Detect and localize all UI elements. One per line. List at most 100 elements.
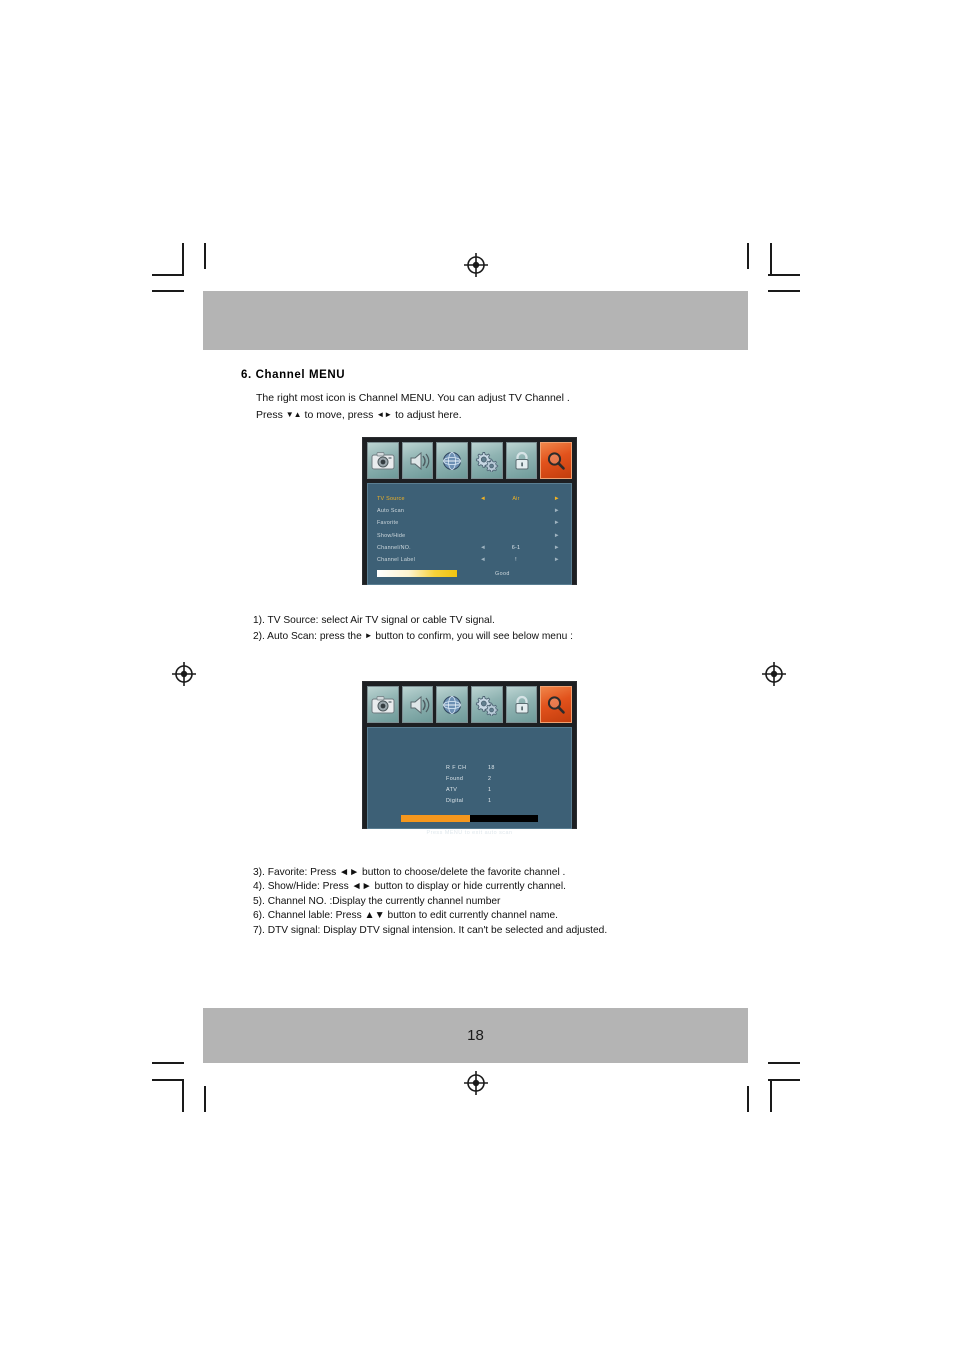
scan-info-value: 18 bbox=[488, 764, 495, 771]
registration-target-top bbox=[463, 252, 489, 278]
tab-picture[interactable] bbox=[367, 686, 399, 723]
tab-function[interactable] bbox=[471, 442, 503, 479]
crop-mark-bottom-right-h bbox=[768, 1079, 800, 1081]
menu-row-label: Channel/NO. bbox=[377, 544, 411, 551]
channel-notes-list: 3). Favorite: Press ◄► button to choose/… bbox=[253, 866, 607, 938]
setup-globe-icon bbox=[443, 451, 462, 470]
picture-icon bbox=[371, 695, 395, 713]
setup-globe-icon bbox=[443, 695, 462, 714]
left-arrow-icon[interactable]: ◄ bbox=[469, 496, 497, 502]
crop-mark-top-right-inner-h bbox=[768, 290, 800, 292]
crop-mark-top-right-h bbox=[768, 274, 800, 276]
tab-setup[interactable] bbox=[436, 442, 469, 479]
crop-mark-bottom-left-h bbox=[152, 1079, 184, 1081]
crop-mark-bottom-right-inner-h bbox=[768, 1062, 800, 1064]
scan-progress-fill bbox=[401, 815, 470, 822]
right-arrow-icon[interactable]: ► bbox=[554, 545, 560, 551]
menu-row[interactable]: Show/Hide ► bbox=[368, 530, 571, 542]
section-title: 6. Channel MENU bbox=[241, 369, 346, 381]
right-arrow-icon[interactable]: ► bbox=[554, 520, 560, 526]
note-item: 3). Favorite: Press ◄► button to choose/… bbox=[253, 867, 566, 878]
right-arrow-icon[interactable]: ► bbox=[554, 496, 560, 502]
channel-search-icon bbox=[548, 451, 565, 470]
audio-speaker-icon bbox=[410, 451, 429, 470]
osd-channel-panel: TV Source ◄ Air ► Auto Scan ► Favorite ► Show/Hi… bbox=[367, 483, 572, 585]
tab-lock[interactable] bbox=[505, 442, 538, 479]
intro-line-1: The right most icon is Channel MENU. You… bbox=[256, 392, 570, 404]
tab-audio[interactable] bbox=[401, 442, 434, 479]
intro-line-2: Press ▼▲ to move, press ◄► to adjust her… bbox=[256, 407, 570, 424]
channel-search-icon bbox=[548, 695, 565, 714]
left-arrow-icon[interactable]: ◄ bbox=[469, 557, 497, 563]
osd-channel-rows: TV Source ◄ Air ► Auto Scan ► Favorite ► Show/Hi… bbox=[368, 484, 571, 566]
note-auto-scan-prefix: 2). Auto Scan: press the bbox=[253, 630, 362, 642]
scan-info-row: ATV 1 bbox=[368, 784, 571, 795]
osd-scan-tabbar bbox=[367, 686, 573, 723]
crop-mark-top-left-inner-h bbox=[152, 290, 184, 292]
tab-setup[interactable] bbox=[436, 686, 469, 723]
scan-info-value: 2 bbox=[488, 775, 492, 782]
dtv-signal-bar bbox=[377, 570, 457, 578]
menu-row[interactable]: Channel Label ◄! ► bbox=[368, 554, 571, 566]
scan-info-value: 1 bbox=[488, 786, 492, 793]
header-band bbox=[203, 291, 748, 350]
scan-progress-bar bbox=[401, 815, 538, 822]
osd-scan-rows: R F CH 18 Found 2 ATV 1 Digital 1 bbox=[368, 728, 571, 806]
scan-info-key: R F CH bbox=[446, 764, 467, 771]
tab-function[interactable] bbox=[471, 686, 503, 723]
tab-channel[interactable] bbox=[540, 686, 573, 723]
intro-move-label: to move, press bbox=[304, 408, 374, 421]
tab-channel[interactable] bbox=[540, 442, 573, 479]
lock-icon bbox=[515, 451, 529, 469]
crop-mark-bottom-left-inner-v bbox=[204, 1086, 206, 1112]
note-item: 7). DTV signal: Display DTV signal inten… bbox=[253, 924, 608, 936]
crop-mark-top-left-inner-v bbox=[204, 243, 206, 269]
right-arrow-icon[interactable]: ► bbox=[554, 533, 560, 539]
scan-info-row: R F CH 18 bbox=[368, 762, 571, 773]
note-item: 5). Channel NO. :Display the currently c… bbox=[253, 895, 501, 907]
registration-target-bottom bbox=[463, 1070, 489, 1096]
menu-row-value: 6-1 bbox=[511, 544, 521, 551]
scan-info-key: ATV bbox=[446, 786, 458, 793]
picture-icon bbox=[371, 451, 395, 469]
menu-row[interactable]: Favorite ► bbox=[368, 517, 571, 529]
right-arrow-icon[interactable]: ► bbox=[554, 557, 560, 563]
intro-adjust-label: to adjust here. bbox=[395, 408, 462, 421]
note-item: 4). Show/Hide: Press ◄► button to displa… bbox=[253, 881, 566, 893]
tab-picture[interactable] bbox=[367, 442, 399, 479]
dtv-signal-quality-label: Good bbox=[495, 570, 510, 577]
left-arrow-icon[interactable]: ◄ bbox=[469, 545, 497, 551]
scan-exit-hint: Press MENU to exit auto scan bbox=[426, 830, 513, 836]
crop-mark-top-left-v bbox=[182, 243, 184, 276]
tab-lock[interactable] bbox=[505, 686, 538, 723]
registration-target-right bbox=[761, 661, 787, 687]
menu-row[interactable]: Auto Scan ► bbox=[368, 505, 571, 517]
menu-row-label: Favorite bbox=[377, 520, 399, 527]
registration-target-left bbox=[171, 661, 197, 687]
audio-speaker-icon bbox=[410, 695, 429, 714]
scan-info-key: Digital bbox=[446, 797, 464, 804]
crop-mark-top-right-inner-v bbox=[747, 243, 749, 269]
osd-scan-panel: R F CH 18 Found 2 ATV 1 Digital 1 Press MENU to… bbox=[367, 727, 572, 836]
osd-auto-scan: R F CH 18 Found 2 ATV 1 Digital 1 Press MENU to… bbox=[362, 681, 577, 836]
tab-audio[interactable] bbox=[401, 686, 434, 723]
menu-row-value: ! bbox=[515, 557, 517, 564]
mid-notes: 1). TV Source: select Air TV signal or c… bbox=[253, 614, 573, 644]
crop-mark-bottom-right-v bbox=[770, 1079, 772, 1112]
page-number: 18 bbox=[467, 1027, 484, 1044]
menu-row-label: Auto Scan bbox=[377, 508, 405, 515]
menu-row[interactable]: TV Source ◄ Air ► bbox=[368, 493, 571, 505]
right-arrow-icon: ► bbox=[364, 630, 373, 640]
menu-row-value: Air bbox=[512, 496, 520, 503]
osd-channel-tabbar bbox=[367, 442, 573, 479]
crop-mark-bottom-right-inner-v bbox=[747, 1086, 749, 1112]
menu-row[interactable]: Channel/NO. ◄ 6-1 ► bbox=[368, 542, 571, 554]
function-gears-icon bbox=[475, 451, 498, 472]
crop-mark-bottom-left-inner-h bbox=[152, 1062, 184, 1064]
scan-info-row: Digital 1 bbox=[368, 795, 571, 806]
right-arrow-icon[interactable]: ► bbox=[554, 508, 560, 514]
menu-row-label: Show/Hide bbox=[377, 532, 406, 539]
lock-icon bbox=[515, 695, 529, 713]
note-item: 6). Channel lable: Press ▲▼ button to ed… bbox=[253, 910, 559, 922]
down-up-arrows-icon: ▼▲ bbox=[285, 409, 302, 419]
